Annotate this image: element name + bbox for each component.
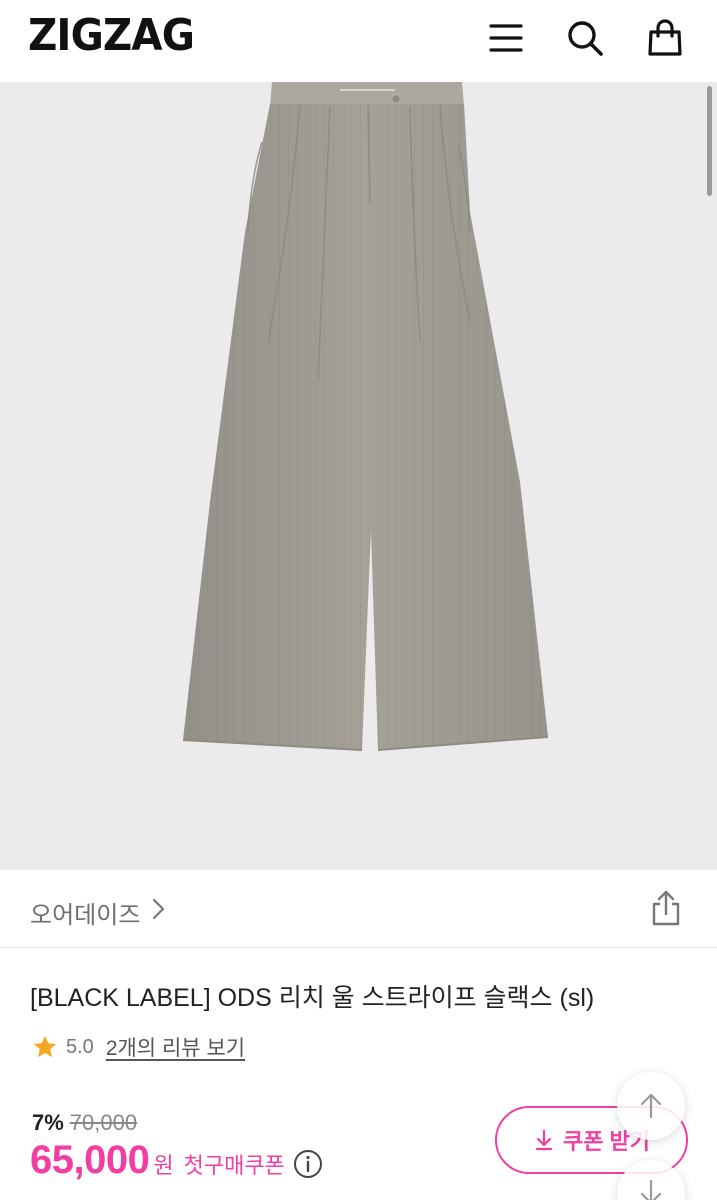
discount-row: 7% 70,000	[32, 1110, 137, 1136]
arrow-up-icon	[640, 1093, 662, 1119]
brand-name-link[interactable]: 오어데이즈	[30, 895, 140, 930]
shopping-bag-icon[interactable]	[643, 16, 687, 60]
first-purchase-coupon-label: 첫구매쿠폰	[183, 1153, 285, 1178]
scroll-to-top-button[interactable]	[617, 1072, 685, 1140]
price-row: 65,000 원 첫구매쿠폰	[30, 1138, 323, 1183]
zigzag-logo[interactable]: ZIGZAG	[28, 10, 195, 61]
star-icon	[33, 1035, 57, 1058]
currency-label: 원	[153, 1153, 174, 1178]
arrow-down-icon	[640, 1179, 662, 1200]
download-icon	[535, 1129, 553, 1151]
discount-rate: 7%	[32, 1110, 64, 1135]
original-price: 70,000	[69, 1110, 138, 1135]
rating-row: 5.0 2개의 리뷰 보기	[32, 1032, 245, 1062]
rating-value: 5.0	[66, 1035, 94, 1058]
scrollbar[interactable]	[707, 86, 712, 196]
search-icon[interactable]	[563, 16, 607, 60]
product-page: ZIGZAG 오어데이즈 [BLACK LABEL] ODS 리치 울 스트라이…	[0, 0, 717, 1200]
pants-illustration	[0, 82, 717, 870]
product-image[interactable]	[0, 82, 717, 870]
review-link[interactable]: 2개의 리뷰 보기	[106, 1032, 245, 1062]
app-header: ZIGZAG	[0, 0, 717, 82]
brand-row: 오어데이즈	[0, 870, 717, 948]
info-icon[interactable]	[293, 1149, 323, 1179]
sale-price: 65,000	[30, 1138, 150, 1182]
chevron-right-icon[interactable]	[148, 896, 168, 922]
share-icon[interactable]	[646, 888, 686, 928]
product-title: [BLACK LABEL] ODS 리치 울 스트라이프 슬랙스 (sl)	[30, 984, 595, 1012]
menu-icon[interactable]	[484, 16, 528, 60]
